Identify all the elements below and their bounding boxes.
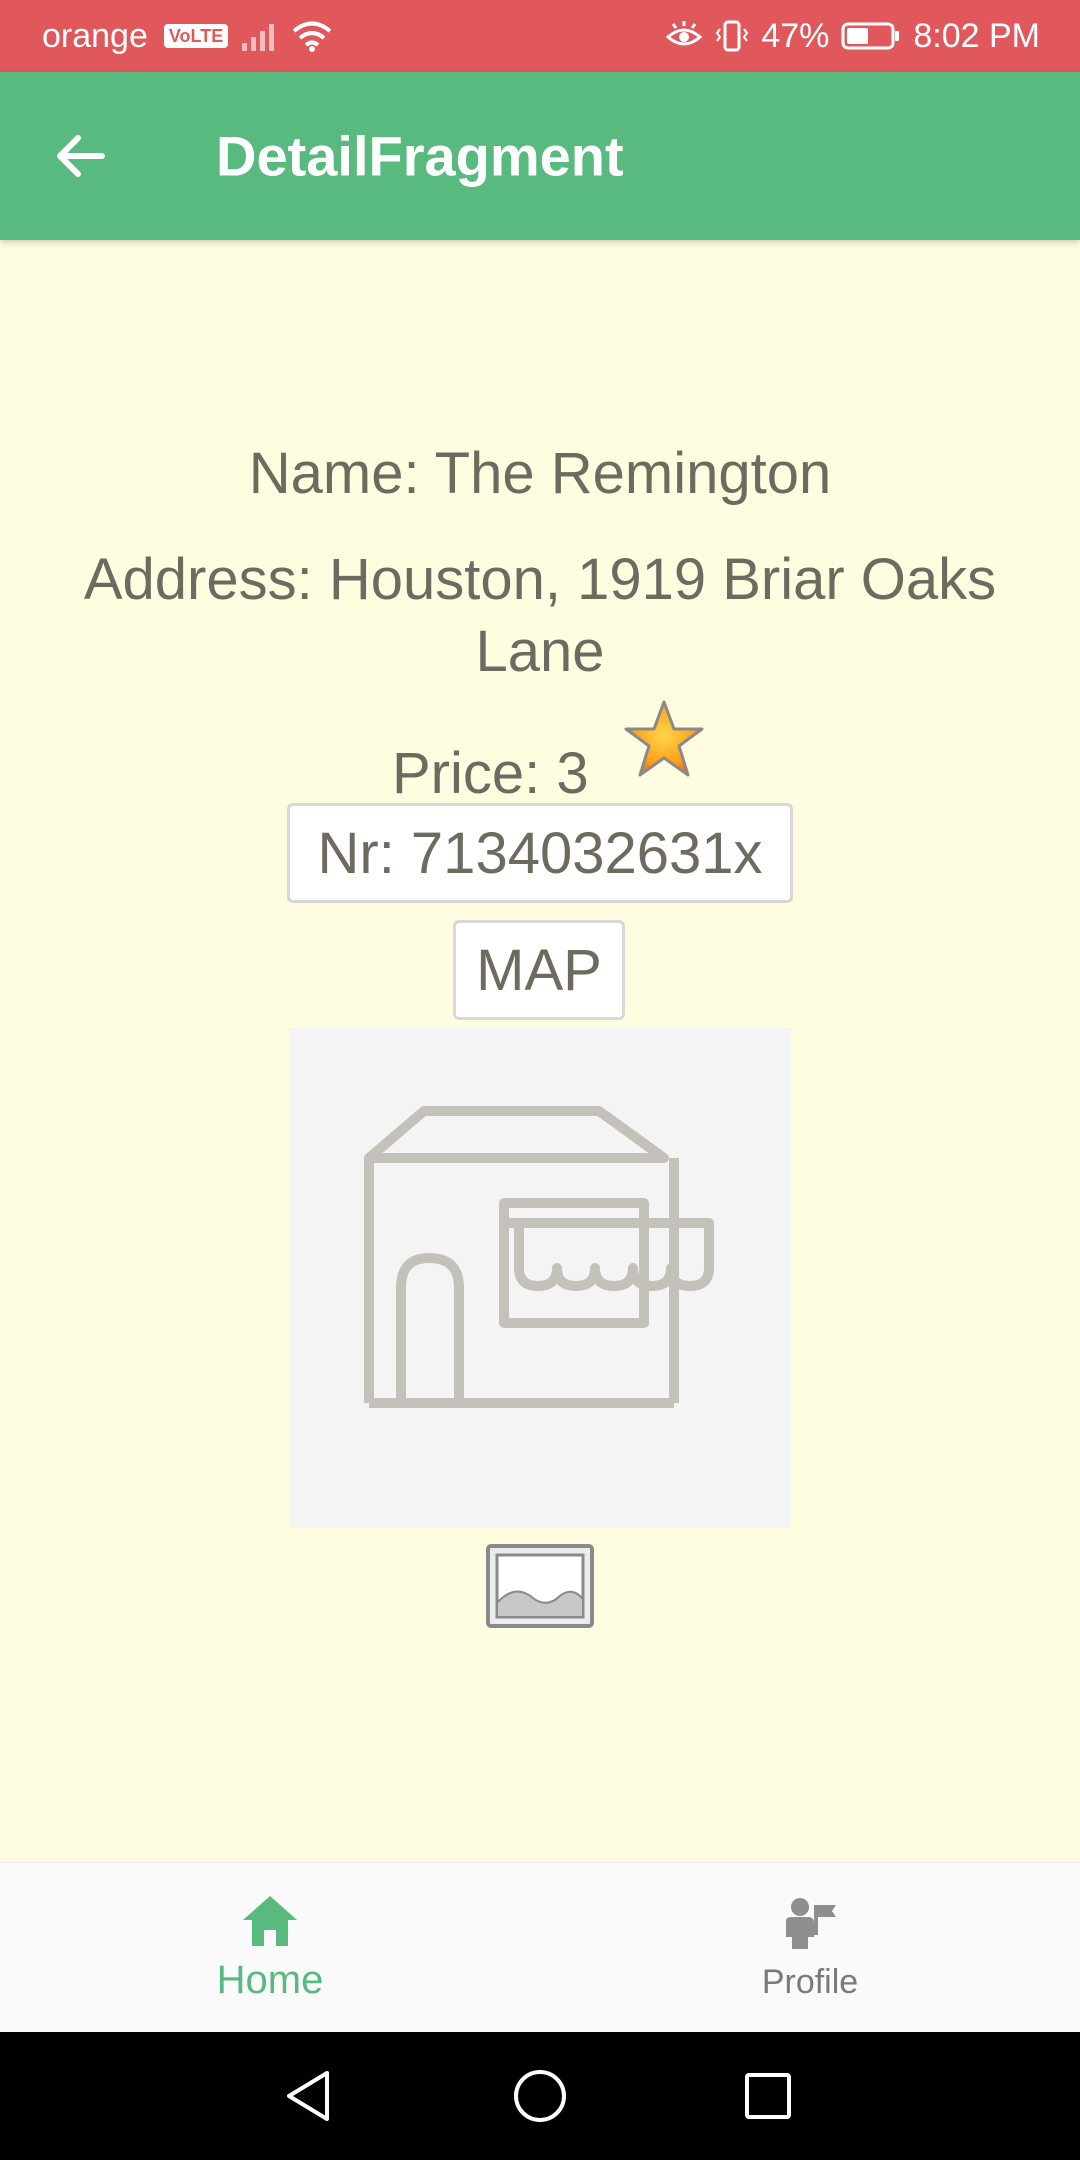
arrow-back-icon bbox=[57, 135, 105, 177]
status-left: orange VoLTE bbox=[42, 17, 332, 56]
price-row: Price: 3 bbox=[0, 698, 1080, 806]
detail-content: Name: The Remington Address: Houston, 19… bbox=[0, 240, 1080, 1862]
system-home-button[interactable] bbox=[510, 2066, 570, 2126]
place-address: Address: Houston, 1919 Briar Oaks Lane bbox=[83, 547, 997, 684]
star-icon[interactable] bbox=[622, 698, 706, 787]
price-value: Price: 3 bbox=[392, 741, 589, 806]
square-recents-icon bbox=[745, 2073, 791, 2119]
vibrate-icon bbox=[715, 19, 749, 53]
carrier-name: orange bbox=[42, 16, 148, 55]
eye-comfort-icon bbox=[665, 21, 703, 51]
phone-number-button[interactable]: Nr: 7134032631x bbox=[287, 803, 793, 903]
place-photo bbox=[289, 1028, 791, 1528]
triangle-back-icon bbox=[287, 2071, 329, 2121]
nav-label-home: Home bbox=[216, 1957, 324, 2002]
system-navigation-bar bbox=[0, 2032, 1080, 2160]
image-icon bbox=[486, 1544, 594, 1628]
system-recents-button[interactable] bbox=[738, 2066, 798, 2126]
place-name: Name: The Remington bbox=[248, 441, 832, 506]
status-right: 47% 8:02 PM bbox=[665, 17, 1040, 56]
nav-label-profile: Profile bbox=[761, 1962, 859, 2001]
status-bar: orange VoLTE 47% 8:02 PM bbox=[0, 0, 1080, 72]
home-icon bbox=[243, 1895, 297, 1946]
signal-icon bbox=[240, 21, 280, 51]
storefront-icon bbox=[364, 1106, 714, 1408]
circle-home-icon bbox=[514, 2070, 566, 2122]
profile-icon bbox=[786, 1897, 836, 1949]
gallery-button[interactable] bbox=[484, 1542, 596, 1630]
nav-item-profile[interactable]: Profile bbox=[540, 1863, 1080, 2033]
battery-percent: 47% bbox=[761, 16, 830, 55]
back-button[interactable] bbox=[40, 116, 120, 196]
page-title: DetailFragment bbox=[216, 124, 624, 188]
nav-item-home[interactable]: Home bbox=[0, 1863, 540, 2033]
map-button[interactable]: MAP bbox=[453, 920, 625, 1020]
battery-icon bbox=[841, 21, 901, 51]
app-bar: DetailFragment bbox=[0, 72, 1080, 240]
clock: 8:02 PM bbox=[913, 16, 1040, 55]
bottom-navigation: Home Profile bbox=[0, 1862, 1080, 2032]
volte-badge: VoLTE bbox=[163, 24, 229, 48]
system-back-button[interactable] bbox=[278, 2066, 338, 2126]
wifi-icon bbox=[292, 20, 332, 52]
